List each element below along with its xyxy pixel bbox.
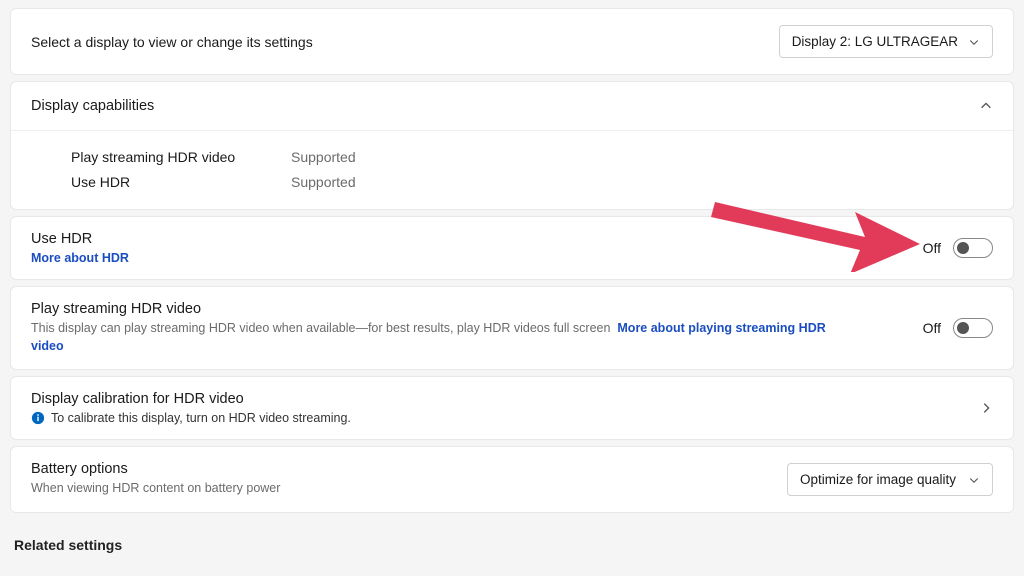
capability-row: Use HDR Supported <box>71 170 993 195</box>
display-calibration-info: To calibrate this display, turn on HDR v… <box>51 411 351 425</box>
battery-options-dropdown[interactable]: Optimize for image quality <box>787 463 993 496</box>
chevron-down-icon <box>968 474 980 486</box>
play-streaming-hdr-desc: This display can play streaming HDR vide… <box>31 320 831 355</box>
battery-options-panel: Battery options When viewing HDR content… <box>10 446 1014 513</box>
display-dropdown[interactable]: Display 2: LG ULTRAGEAR <box>779 25 993 58</box>
info-icon <box>31 411 45 425</box>
play-streaming-hdr-toggle-state: Off <box>923 320 941 336</box>
battery-options-desc: When viewing HDR content on battery powe… <box>31 480 280 498</box>
capability-label: Use HDR <box>71 170 251 195</box>
use-hdr-panel: Use HDR More about HDR Off <box>10 216 1014 280</box>
display-selector-panel: Select a display to view or change its s… <box>10 8 1014 75</box>
display-capabilities-title: Display capabilities <box>31 98 154 114</box>
display-calibration-panel[interactable]: Display calibration for HDR video To cal… <box>10 376 1014 440</box>
capability-row: Play streaming HDR video Supported <box>71 145 993 170</box>
capability-value: Supported <box>291 145 356 170</box>
related-settings-heading: Related settings <box>10 519 1014 553</box>
play-streaming-hdr-title: Play streaming HDR video <box>31 301 831 317</box>
display-capabilities-panel: Display capabilities Play streaming HDR … <box>10 81 1014 210</box>
display-capabilities-header[interactable]: Display capabilities <box>11 82 1013 131</box>
capability-value: Supported <box>291 170 356 195</box>
play-streaming-hdr-panel: Play streaming HDR video This display ca… <box>10 286 1014 370</box>
use-hdr-toggle-state: Off <box>923 240 941 256</box>
battery-options-value: Optimize for image quality <box>800 472 956 487</box>
chevron-up-icon <box>979 99 993 113</box>
display-calibration-title: Display calibration for HDR video <box>31 391 351 407</box>
select-display-prompt: Select a display to view or change its s… <box>31 34 313 50</box>
capability-label: Play streaming HDR video <box>71 145 251 170</box>
more-about-hdr-link[interactable]: More about HDR <box>31 251 129 265</box>
chevron-down-icon <box>968 36 980 48</box>
chevron-right-icon <box>979 401 993 415</box>
play-streaming-hdr-toggle[interactable] <box>953 318 993 338</box>
use-hdr-toggle[interactable] <box>953 238 993 258</box>
capabilities-table: Play streaming HDR video Supported Use H… <box>11 131 1013 209</box>
use-hdr-title: Use HDR <box>31 231 129 247</box>
display-dropdown-value: Display 2: LG ULTRAGEAR <box>792 34 958 49</box>
battery-options-title: Battery options <box>31 461 280 477</box>
